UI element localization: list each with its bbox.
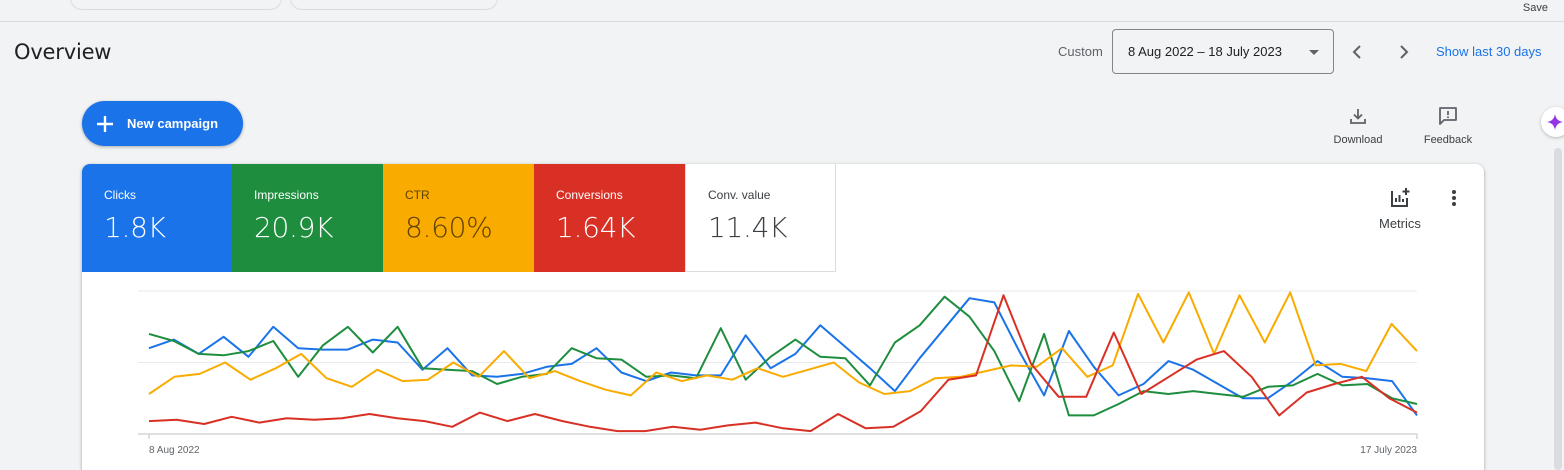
chart-series-line-3 — [148, 294, 1418, 433]
new-campaign-label: New campaign — [127, 116, 219, 131]
chevron-right-icon — [1400, 45, 1409, 59]
chart-series-line-1 — [148, 295, 1418, 417]
top-filter-strip: Save — [0, 0, 1564, 22]
date-range-select[interactable]: 8 Aug 2022 – 18 July 2023 — [1112, 29, 1334, 74]
sparkle-assistant-button[interactable] — [1541, 107, 1564, 137]
chart-series-line-0 — [148, 297, 1418, 416]
metric-name: Conversions — [556, 188, 623, 202]
metric-value: 1.8K — [104, 211, 166, 244]
chart-series-line-2 — [148, 291, 1418, 397]
save-button[interactable]: Save — [1523, 2, 1548, 14]
dropdown-arrow-icon — [1309, 50, 1319, 55]
metrics-button[interactable]: Metrics — [1379, 186, 1421, 231]
download-button[interactable]: Download — [1328, 104, 1388, 146]
new-campaign-button[interactable]: New campaign — [82, 101, 243, 146]
more-options-button[interactable] — [1444, 188, 1464, 208]
sparkle-icon — [1547, 114, 1563, 130]
metric-tile-conversions[interactable]: Conversions 1.64K — [534, 164, 685, 272]
metric-tile-clicks[interactable]: Clicks 1.8K — [82, 164, 233, 272]
date-range-value: 8 Aug 2022 – 18 July 2023 — [1128, 44, 1282, 59]
metric-tile-ctr[interactable]: CTR 8.60% — [383, 164, 534, 272]
more-vert-icon — [1452, 190, 1456, 206]
scrollbar-thumb[interactable] — [1554, 148, 1562, 470]
feedback-button[interactable]: Feedback — [1418, 104, 1478, 146]
feedback-icon — [1438, 104, 1458, 128]
plus-icon — [95, 114, 115, 134]
metric-value: 1.64K — [556, 211, 636, 244]
next-period-button[interactable] — [1391, 38, 1415, 66]
metric-name: Clicks — [104, 188, 136, 202]
metric-value: 8.60% — [405, 211, 493, 244]
previous-period-button[interactable] — [1346, 38, 1370, 66]
page-title: Overview — [14, 40, 112, 64]
metric-name: Conv. value — [708, 188, 771, 202]
metric-value: 20.9K — [254, 211, 334, 244]
x-axis-start-label: 8 Aug 2022 — [149, 445, 200, 456]
chevron-left-icon — [1352, 45, 1361, 59]
download-label: Download — [1333, 134, 1383, 146]
metric-name: CTR — [405, 188, 430, 202]
metrics-label: Metrics — [1379, 216, 1421, 231]
metric-tile-conv-value[interactable]: Conv. value 11.4K — [685, 164, 836, 272]
filter-chip[interactable] — [290, 0, 498, 10]
performance-card: Clicks 1.8K Impressions 20.9K CTR 8.60% … — [82, 164, 1484, 470]
download-icon — [1349, 104, 1367, 128]
date-range-label: Custom — [1058, 44, 1103, 59]
metric-name: Impressions — [254, 188, 319, 202]
metric-tile-impressions[interactable]: Impressions 20.9K — [232, 164, 383, 272]
feedback-label: Feedback — [1423, 134, 1473, 146]
performance-line-chart: 8 Aug 2022 17 July 2023 — [138, 290, 1418, 456]
metrics-icon — [1389, 186, 1411, 210]
show-last-30-days-link[interactable]: Show last 30 days — [1436, 44, 1542, 59]
metric-value: 11.4K — [708, 211, 788, 244]
filter-chip[interactable] — [70, 0, 282, 10]
x-axis-end-label: 17 July 2023 — [1360, 445, 1417, 456]
